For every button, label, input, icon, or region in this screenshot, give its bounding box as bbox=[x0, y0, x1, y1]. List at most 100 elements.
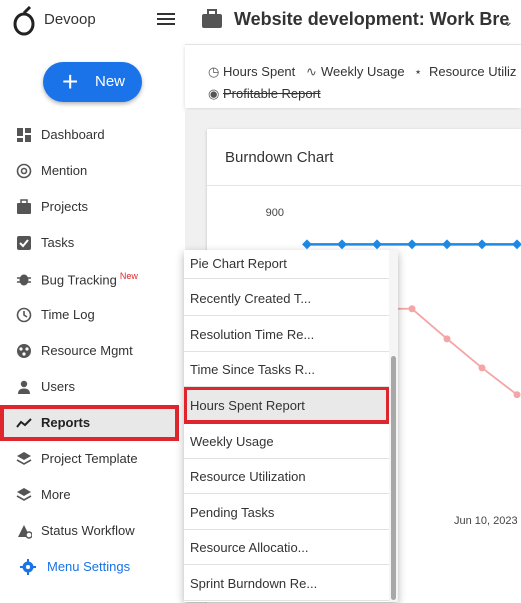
checkbox-icon bbox=[17, 236, 31, 250]
user-icon bbox=[18, 380, 30, 394]
bug-icon bbox=[17, 274, 31, 286]
sidebar-item-label: Reports bbox=[41, 415, 91, 430]
sidebar-item-users[interactable]: Users bbox=[0, 369, 179, 405]
sidebar-item-label: Bug Tracking New bbox=[41, 271, 138, 287]
sidebar-item-bug-tracking[interactable]: Bug Tracking New bbox=[0, 261, 179, 297]
sidebar-item-label: Tasks bbox=[41, 235, 75, 250]
sidebar: Devoop + New Dashboard Mention Projects … bbox=[0, 0, 185, 603]
chevron-down-icon[interactable]: ⌄ bbox=[502, 13, 514, 30]
menu-item-label: Time Since Tasks R... bbox=[190, 362, 315, 377]
sidebar-item-label: Menu Settings bbox=[47, 559, 131, 574]
tab-label: Profitable Report bbox=[223, 86, 321, 101]
sidebar-nav: Dashboard Mention Projects Tasks Bug Tra… bbox=[0, 117, 185, 585]
data-point bbox=[407, 239, 417, 250]
devoop-logo-icon bbox=[13, 6, 35, 36]
sidebar-item-more[interactable]: More bbox=[0, 477, 179, 513]
menu-item[interactable]: Resource Utilization bbox=[184, 458, 389, 494]
menu-item[interactable]: Time Since Tasks R... bbox=[184, 351, 389, 387]
data-point bbox=[372, 239, 382, 250]
x-tick-label: Jun 10, 2023 bbox=[454, 515, 518, 527]
dashboard-icon bbox=[17, 128, 31, 142]
hamburger-menu-icon[interactable] bbox=[157, 13, 175, 27]
layers-icon bbox=[16, 452, 32, 465]
sidebar-item-reports[interactable]: Reports bbox=[0, 405, 179, 441]
data-point bbox=[477, 239, 487, 250]
menu-item-label: Pending Tasks bbox=[190, 505, 275, 520]
menu-item[interactable]: Weekly Usage bbox=[184, 423, 389, 459]
menu-item[interactable]: Resource Allocatio... bbox=[184, 529, 389, 565]
hierarchy-icon: ⋆ bbox=[414, 64, 423, 79]
tab-label: Weekly Usage bbox=[321, 64, 405, 79]
data-point bbox=[513, 391, 521, 399]
data-point bbox=[337, 239, 347, 250]
menu-item-label: Recently Created T... bbox=[190, 291, 312, 306]
menu-item-label: Weekly Usage bbox=[190, 434, 274, 449]
y-tick-label: 900 bbox=[266, 207, 284, 219]
sidebar-item-label: Projects bbox=[41, 199, 88, 214]
sidebar-item-label: Mention bbox=[41, 163, 88, 178]
data-point bbox=[442, 239, 452, 250]
data-point bbox=[408, 305, 416, 313]
new-button-label: New bbox=[95, 73, 126, 90]
sidebar-item-label: More bbox=[41, 487, 71, 502]
resource-icon bbox=[17, 344, 31, 358]
menu-item[interactable]: Recently Created T... bbox=[184, 280, 389, 316]
data-point bbox=[443, 335, 451, 343]
menu-item-label: Hours Spent Report bbox=[190, 398, 305, 413]
sidebar-item-label: Project Template bbox=[41, 451, 138, 466]
menu-item-label: Sprint Burndown Re... bbox=[190, 576, 318, 591]
sidebar-item-label: Users bbox=[41, 379, 75, 394]
clock-icon: ◷ bbox=[208, 64, 220, 79]
sidebar-item-label: Resource Mgmt bbox=[41, 343, 133, 358]
sidebar-item-time-log[interactable]: Time Log bbox=[0, 297, 179, 333]
briefcase-icon bbox=[17, 199, 31, 214]
menu-item-label: Resolution Time Re... bbox=[190, 327, 315, 342]
sidebar-item-resource-mgmt[interactable]: Resource Mgmt bbox=[0, 333, 179, 369]
top-header: Website development: Work Bre ⌄ bbox=[185, 0, 521, 44]
workflow-icon bbox=[18, 525, 32, 539]
sidebar-item-label: Dashboard bbox=[41, 127, 105, 142]
reports-dropdown-menu: Sprint Burndown Re... Resource Allocatio.… bbox=[184, 250, 398, 602]
new-button[interactable]: + New bbox=[43, 62, 142, 102]
new-badge: New bbox=[119, 271, 138, 281]
tab-weekly-usage[interactable]: ∿ Weekly Usage bbox=[306, 64, 405, 80]
tab-resource-utilization[interactable]: ⋆ Resource Utiliz bbox=[414, 64, 516, 80]
sidebar-item-menu-settings[interactable]: Menu Settings bbox=[0, 549, 179, 585]
brand: Devoop bbox=[0, 0, 185, 44]
menu-item[interactable]: Hours Spent Report bbox=[184, 386, 390, 424]
sidebar-item-text: Bug Tracking bbox=[41, 272, 117, 288]
trend-icon bbox=[16, 418, 32, 428]
data-point bbox=[478, 364, 486, 372]
menu-item[interactable]: Pie Chart Report bbox=[184, 250, 389, 279]
data-point bbox=[512, 239, 521, 250]
menu-item[interactable]: Resolution Time Re... bbox=[184, 316, 389, 352]
briefcase-icon bbox=[202, 9, 222, 28]
trend-icon: ∿ bbox=[306, 64, 317, 79]
sidebar-item-project-template[interactable]: Project Template bbox=[0, 441, 179, 477]
menu-item-label: Pie Chart Report bbox=[190, 256, 287, 271]
menu-scrollbar-thumb[interactable] bbox=[391, 356, 396, 600]
sidebar-item-mention[interactable]: Mention bbox=[0, 153, 179, 189]
at-icon bbox=[16, 163, 32, 179]
sidebar-item-label: Status Workflow bbox=[41, 523, 135, 538]
tab-hours-spent[interactable]: ◷ Hours Spent bbox=[208, 64, 295, 80]
sidebar-item-status-workflow[interactable]: Status Workflow bbox=[0, 513, 179, 549]
sidebar-item-projects[interactable]: Projects bbox=[0, 189, 179, 225]
gear-icon bbox=[20, 559, 36, 575]
tab-label: Hours Spent bbox=[223, 64, 296, 79]
menu-item[interactable]: Pending Tasks bbox=[184, 494, 389, 530]
app-name: Devoop bbox=[44, 11, 96, 28]
dollar-icon: ◉ bbox=[208, 86, 220, 101]
plus-icon: + bbox=[62, 66, 79, 97]
menu-item-label: Resource Allocatio... bbox=[190, 540, 309, 555]
project-title[interactable]: Website development: Work Bre bbox=[234, 9, 509, 30]
card-title: Burndown Chart bbox=[225, 149, 334, 166]
sidebar-item-tasks[interactable]: Tasks bbox=[0, 225, 179, 261]
layers-icon bbox=[16, 488, 32, 501]
sidebar-item-dashboard[interactable]: Dashboard bbox=[0, 117, 179, 153]
menu-item[interactable]: Sprint Burndown Re... bbox=[184, 565, 389, 601]
tab-profitable-report[interactable]: ◉ Profitable Report bbox=[208, 86, 321, 102]
clock-icon bbox=[16, 307, 32, 323]
data-point bbox=[302, 239, 312, 250]
report-tabs: ◷ Hours Spent ∿ Weekly Usage ⋆ Resource Uti… bbox=[185, 44, 521, 108]
